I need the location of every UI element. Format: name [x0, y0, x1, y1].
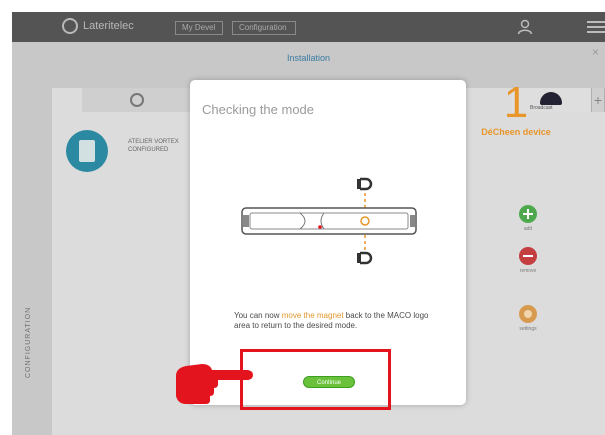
device-avatar	[66, 130, 108, 172]
device-counter: 1 DéCheen device	[480, 78, 552, 138]
magnet-top-icon	[357, 177, 373, 191]
user-icon[interactable]	[517, 19, 533, 35]
top-pill-configuration[interactable]: Configuration	[232, 21, 296, 35]
pointing-hand-icon	[176, 364, 253, 404]
tab-info[interactable]	[82, 88, 192, 112]
top-pill-devices[interactable]: My Devel	[175, 21, 223, 35]
brand-name: Lateritelec	[83, 20, 134, 32]
instructions-highlight: move the magnet	[281, 311, 344, 320]
plus-icon	[519, 205, 537, 223]
dialog-title: Checking the mode	[202, 102, 315, 117]
close-icon[interactable]: ×	[592, 42, 599, 62]
remove-device-button[interactable]: remove	[506, 247, 550, 274]
settings-button[interactable]: settings	[506, 305, 550, 332]
brand[interactable]: Lateritelec	[62, 18, 134, 34]
instructions-before: You can now	[234, 311, 282, 320]
magnet-bottom-icon	[357, 251, 373, 265]
add-device-button[interactable]: add	[506, 205, 550, 232]
counter-value: 1	[503, 78, 529, 127]
tab-add[interactable]: +	[592, 88, 605, 112]
side-configuration-label: CONFIGURATION	[25, 306, 32, 378]
add-label: add	[523, 226, 533, 232]
info-icon	[130, 93, 144, 107]
handle-device	[241, 207, 417, 235]
remove-label: remove	[519, 268, 537, 274]
settings-label: settings	[519, 326, 537, 332]
minus-icon	[519, 247, 537, 265]
counter-label: DéCheen device	[481, 127, 551, 137]
menu-icon[interactable]	[587, 21, 605, 33]
brand-logo-icon	[62, 18, 78, 34]
dialog-instructions: You can now move the magnet back to the …	[234, 311, 429, 331]
top-bar: Lateritelec My Devel Configuration	[12, 12, 605, 42]
gear-icon	[519, 305, 537, 323]
window-title: Installation	[286, 53, 331, 63]
highlight-box	[240, 349, 391, 410]
magnet-illustration	[241, 177, 417, 265]
